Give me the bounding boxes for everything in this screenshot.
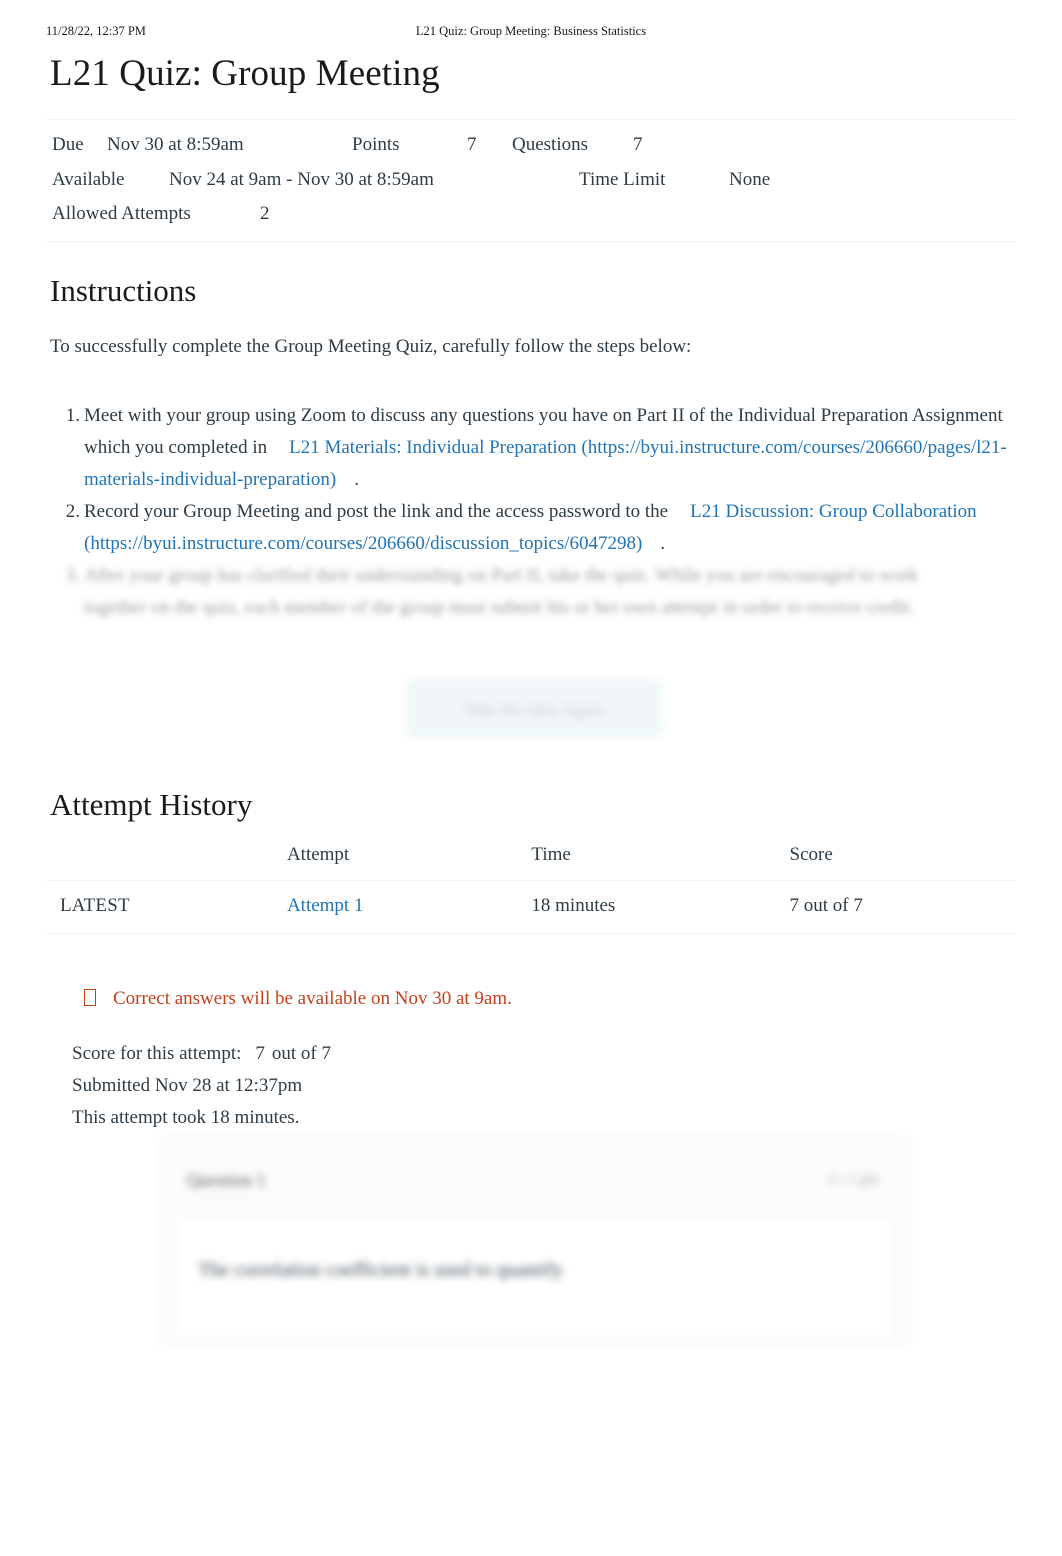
divider-above-meta [46,119,1016,120]
questions-label: Questions [512,134,588,155]
time-limit-value: None [729,168,771,190]
submitted-line: Submitted Nov 28 at 12:37pm [72,1075,303,1096]
score-out-of: out of 7 [271,1043,331,1064]
correct-answers-notice: Correct answers will be available on Nov… [84,988,512,1010]
points-value: 7 [467,134,477,155]
table-header-row: Attempt Time Score [46,840,1016,881]
question-text: The correlation coefficient is used to q… [198,1259,564,1281]
cell-time: 18 minutes [531,895,616,916]
instructions-intro: To successfully complete the Group Meeti… [50,336,692,357]
link-url-l21-discussion: (https://byui.instructure.com/courses/20… [84,533,643,554]
question-name: Question 1 [187,1170,266,1190]
meta-row-allowed-attempts: Allowed Attempts 2 [52,197,1032,232]
correct-answers-notice-text: Correct answers will be available on Nov… [113,988,512,1009]
available-label: Available [52,168,125,190]
step-text: Record your Group Meeting and post the l… [84,501,669,522]
link-attempt-1[interactable]: Attempt 1 [287,895,364,916]
duration-line: This attempt took 18 minutes. [72,1107,300,1128]
print-document-title: L21 Quiz: Group Meeting: Business Statis… [415,24,647,38]
instructions-list: 1. Meet with your group using Zoom to di… [50,400,1010,560]
step-number: 1. [65,405,80,426]
info-box-icon [84,989,96,1006]
due-value: Nov 30 at 8:59am [107,134,244,155]
column-header-score: Score [789,844,833,865]
allowed-attempts-value: 2 [260,203,270,224]
cell-kept: LATEST [60,895,130,916]
questions-value: 7 [633,134,643,155]
available-value: Nov 24 at 9am - Nov 30 at 8:59am [169,168,434,190]
cell-score: 7 out of 7 [789,895,863,916]
question-header: Question 1 1 / 1 pts [159,1138,909,1202]
due-label: Due [52,134,84,155]
print-header: 11/28/22, 12:37 PM L21 Quiz: Group Meeti… [0,24,1062,42]
quiz-meta-block: Due Nov 30 at 8:59am Points 7 Questions … [52,128,1032,232]
score-value: 7 [255,1043,265,1064]
link-l21-discussion-group-collaboration[interactable]: L21 Discussion: Group Collaboration [690,501,977,522]
meta-row-available: Available Nov 24 at 9am - Nov 30 at 8:59… [52,163,1032,198]
link-l21-materials-individual-preparation[interactable]: L21 Materials: Individual Preparation [289,437,577,458]
table-head: Attempt Time Score [46,840,1016,881]
attempt-history-heading: Attempt History [50,787,253,822]
divider-below-meta [46,241,1016,242]
column-header-attempt: Attempt [286,844,350,865]
meta-row-due: Due Nov 30 at 8:59am Points 7 Questions … [52,128,1032,163]
list-item: 3. After your group has clarified their … [50,560,980,624]
time-limit-label: Time Limit [579,168,666,190]
step-number: 3. [65,565,80,586]
table-body: LATEST Attempt 1 18 minutes 7 out of 7 [46,881,1016,934]
cell-attempt: Attempt 1 [287,881,531,934]
instructions-heading: Instructions [50,273,197,308]
question-body: The correlation coefficient is used to q… [175,1216,893,1338]
score-for-attempt-line: Score for this attempt: 7 out of 7 [72,1038,331,1070]
points-label: Points [352,134,400,155]
step-number: 2. [65,501,80,522]
score-label: Score for this attempt: [72,1043,242,1064]
question-points: 1 / 1 pts [827,1171,879,1188]
attempt-history-table: Attempt Time Score LATEST Attempt 1 18 m… [46,840,1016,934]
step-text-after: . [660,533,666,554]
allowed-attempts-label: Allowed Attempts [52,203,191,224]
page-title: L21 Quiz: Group Meeting [50,53,440,94]
step-text-after: . [354,469,359,490]
table-row: LATEST Attempt 1 18 minutes 7 out of 7 [46,881,1016,934]
list-item: 1. Meet with your group using Zoom to di… [50,400,1010,496]
question-card: Question 1 1 / 1 pts The correlation coe… [158,1137,910,1344]
step-text: After your group has clarified their und… [84,565,919,618]
column-header-kept [46,840,287,881]
take-quiz-again-button[interactable]: Take the Quiz Again [408,681,660,736]
list-item: 2. Record your Group Meeting and post th… [50,496,1010,560]
score-summary: Score for this attempt: 7 out of 7 Submitt… [72,1038,331,1134]
quiz-results-page: 11/28/22, 12:37 PM L21 Quiz: Group Meeti… [0,0,1062,1556]
column-header-time: Time [531,844,571,865]
